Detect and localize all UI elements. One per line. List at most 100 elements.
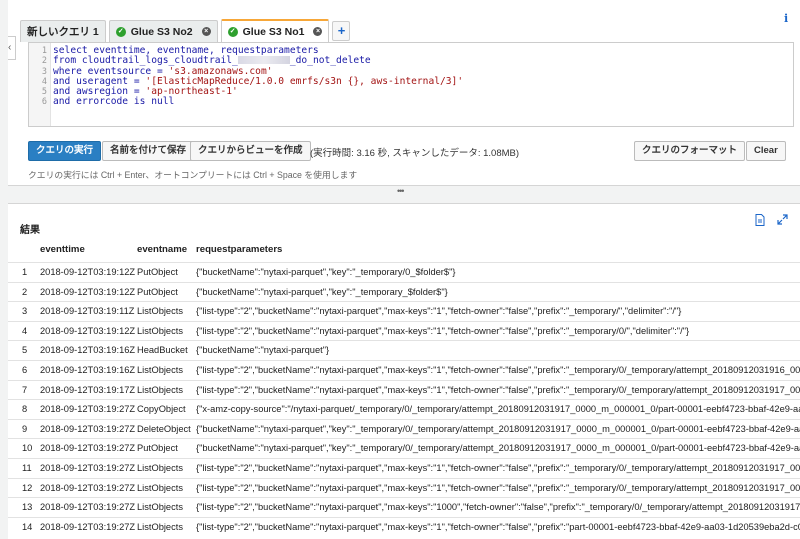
- cell-eventname: ListObjects: [137, 384, 183, 395]
- info-icon[interactable]: i: [784, 12, 794, 25]
- cell-eventtime: 2018-09-12T03:19:27Z: [40, 443, 136, 454]
- tab-query-2[interactable]: ✓ Glue S3 No2 ×: [108, 20, 218, 42]
- cell-eventname: ListObjects: [137, 462, 183, 473]
- query-editor-panel: i ‹ 新しいクエリ 1 ✓ Glue S3 No2 × ✓ Glue S3 No1 × + …: [8, 0, 800, 186]
- cell-requestparameters: {"list-type":"2","bucketName":"nytaxi-pa…: [196, 462, 800, 473]
- table-row: 10 2018-09-12T03:19:27Z PutObject {"bucketN…: [8, 438, 800, 458]
- cell-eventtime: 2018-09-12T03:19:27Z: [40, 502, 136, 513]
- table-row: 14 2018-09-12T03:19:27Z ListObjects {"list-…: [8, 516, 800, 537]
- table-row: 2 2018-09-12T03:19:12Z PutObject {"bucketNa…: [8, 281, 800, 302]
- create-view-button[interactable]: クエリからビューを作成: [190, 141, 311, 161]
- row-number: 5: [22, 345, 28, 356]
- line-number: 4: [41, 76, 47, 87]
- cell-eventtime: 2018-09-12T03:19:27Z: [40, 404, 136, 415]
- cell-requestparameters: {"list-type":"2","bucketName":"nytaxi-pa…: [196, 482, 800, 493]
- cell-eventname: ListObjects: [137, 364, 183, 375]
- row-number: 9: [22, 423, 28, 434]
- cell-requestparameters: {"bucketName":"nytaxi-parquet","key":"_t…: [196, 267, 456, 277]
- row-number: 3: [22, 306, 28, 317]
- close-tab-icon[interactable]: ×: [201, 27, 211, 36]
- cell-eventname: PutObject: [137, 286, 178, 297]
- cell-eventname: CopyObject: [137, 404, 186, 415]
- success-check-icon: ✓: [227, 26, 238, 37]
- cell-eventname: ListObjects: [137, 482, 183, 493]
- cell-requestparameters: {"bucketName":"nytaxi-parquet","key":"_t…: [196, 443, 800, 454]
- row-number: 8: [22, 404, 28, 415]
- cell-requestparameters: {"list-type":"2","bucketName":"nytaxi-pa…: [196, 325, 690, 336]
- results-table-body: 1 2018-09-12T03:19:12Z PutObject {"bucketNa…: [8, 262, 800, 536]
- results-panel: 結果 eventtime eventname requestparameters…: [8, 203, 800, 539]
- cell-requestparameters: {"list-type":"2","bucketName":"nytaxi-pa…: [196, 521, 800, 532]
- line-number: 3: [41, 66, 47, 77]
- row-number: 4: [22, 325, 28, 336]
- column-header-eventtime[interactable]: eventtime: [40, 244, 85, 255]
- redacted-text: [237, 56, 290, 65]
- table-row: 12 2018-09-12T03:19:27Z ListObjects {"list-…: [8, 477, 800, 498]
- table-row: 11 2018-09-12T03:19:27Z ListObjects {"list-…: [8, 457, 800, 478]
- cell-eventname: DeleteObject: [137, 423, 191, 434]
- editor-line: 6 and errorcode is null: [29, 97, 793, 108]
- table-row: 9 2018-09-12T03:19:27Z DeleteObject {"bucke…: [8, 418, 800, 439]
- table-row: 13 2018-09-12T03:19:27Z ListObjects {"list-…: [8, 497, 800, 517]
- cell-eventtime: 2018-09-12T03:19:27Z: [40, 423, 136, 434]
- row-number: 12: [22, 482, 33, 493]
- table-row: 7 2018-09-12T03:19:17Z ListObjects {"list-t…: [8, 379, 800, 400]
- cell-eventname: ListObjects: [137, 325, 183, 336]
- close-tab-icon[interactable]: ×: [313, 27, 323, 36]
- cell-requestparameters: {"list-type":"2","bucketName":"nytaxi-pa…: [196, 384, 800, 395]
- row-number: 14: [22, 521, 33, 532]
- add-tab-button[interactable]: +: [332, 21, 351, 41]
- row-number: 2: [22, 286, 28, 297]
- cell-eventname: ListObjects: [137, 521, 183, 532]
- code-text: and errorcode is null: [53, 97, 174, 107]
- cell-eventtime: 2018-09-12T03:19:16Z: [40, 345, 136, 356]
- download-csv-icon[interactable]: [754, 214, 766, 226]
- results-header: eventtime eventname requestparameters: [8, 244, 800, 260]
- tab-label: Glue S3 No1: [242, 25, 305, 38]
- cell-eventtime: 2018-09-12T03:19:27Z: [40, 462, 136, 473]
- cell-eventname: PutObject: [137, 443, 178, 454]
- save-as-button[interactable]: 名前を付けて保存: [102, 141, 195, 161]
- row-number: 11: [22, 462, 32, 473]
- cell-eventtime: 2018-09-12T03:19:12Z: [40, 267, 136, 277]
- tab-query-1[interactable]: 新しいクエリ 1: [20, 20, 106, 42]
- cell-requestparameters: {"list-type":"2","bucketName":"nytaxi-pa…: [196, 502, 800, 513]
- line-number: 2: [41, 56, 47, 67]
- column-header-requestparameters[interactable]: requestparameters: [196, 244, 282, 255]
- cell-eventtime: 2018-09-12T03:19:12Z: [40, 325, 136, 336]
- query-actions: クエリの実行 名前を付けて保存 クエリからビューを作成 (実行時間: 3.16 …: [28, 141, 794, 162]
- panel-resize-handle[interactable]: •••: [397, 186, 405, 196]
- code-token: and: [53, 96, 71, 108]
- cell-eventname: ListObjects: [137, 306, 183, 317]
- cell-requestparameters: {"x-amz-copy-source":"/nytaxi-parquet/_t…: [196, 404, 800, 415]
- row-number: 7: [22, 384, 28, 395]
- run-query-button[interactable]: クエリの実行: [28, 141, 102, 161]
- row-number: 6: [22, 364, 28, 375]
- shortcut-hint: クエリの実行には Ctrl + Enter、オートコンプリートには Ctrl +…: [28, 170, 358, 180]
- query-tabs: 新しいクエリ 1 ✓ Glue S3 No2 × ✓ Glue S3 No1 × +: [20, 19, 351, 42]
- cell-eventname: ListObjects: [137, 502, 183, 513]
- row-number: 10: [22, 443, 33, 454]
- tab-label: 新しいクエリ 1: [27, 26, 99, 38]
- expand-icon[interactable]: [776, 214, 788, 226]
- table-row: 1 2018-09-12T03:19:12Z PutObject {"bucketNa…: [8, 262, 800, 282]
- cell-requestparameters: {"bucketName":"nytaxi-parquet"}: [196, 345, 330, 356]
- table-row: 3 2018-09-12T03:19:11Z ListObjects {"list-t…: [8, 301, 800, 321]
- column-header-eventname[interactable]: eventname: [137, 244, 187, 255]
- code-token: _do_not_delete: [289, 55, 371, 67]
- format-query-button[interactable]: クエリのフォーマット: [634, 141, 746, 161]
- line-number: 6: [41, 97, 47, 108]
- collapse-sidebar-chevron-icon[interactable]: ‹: [8, 36, 16, 60]
- code-token: errorcode: [70, 96, 134, 108]
- cell-requestparameters: {"bucketName":"nytaxi-parquet","key":"_t…: [196, 423, 800, 434]
- tab-label: Glue S3 No2: [130, 25, 193, 38]
- sql-editor[interactable]: 1 select eventtime, eventname, requestpar…: [28, 42, 794, 127]
- cell-eventtime: 2018-09-12T03:19:17Z: [40, 384, 136, 395]
- success-check-icon: ✓: [115, 26, 126, 37]
- table-row: 4 2018-09-12T03:19:12Z ListObjects {"list-t…: [8, 320, 800, 341]
- line-number: 5: [41, 87, 47, 98]
- tab-query-3[interactable]: ✓ Glue S3 No1 ×: [220, 19, 330, 42]
- row-number: 1: [22, 267, 28, 277]
- clear-button[interactable]: Clear: [746, 141, 786, 161]
- cell-requestparameters: {"list-type":"2","bucketName":"nytaxi-pa…: [196, 364, 800, 375]
